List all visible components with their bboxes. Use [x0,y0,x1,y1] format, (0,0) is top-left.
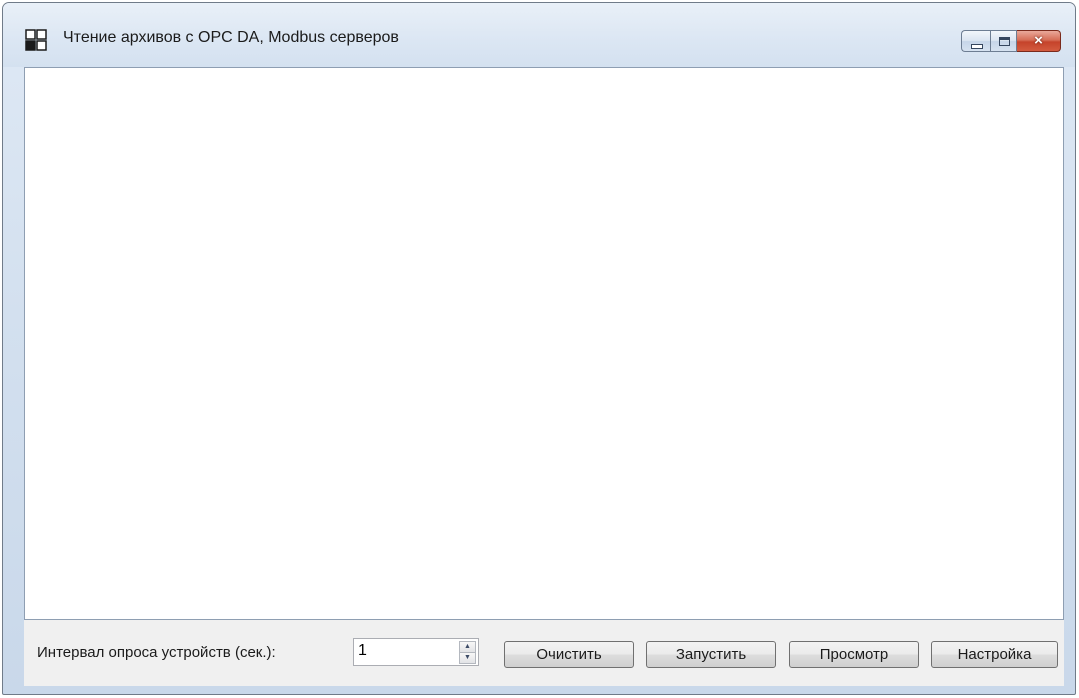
caption-buttons: × [961,30,1061,52]
window-title: Чтение архивов с OPC DA, Modbus серверов [63,29,399,46]
close-icon: × [1034,32,1043,49]
stepper-buttons: ▲ ▼ [459,641,476,664]
close-button[interactable]: × [1017,30,1061,52]
stepper-down-icon[interactable]: ▼ [459,652,476,664]
interval-value[interactable]: 1 [358,642,367,660]
settings-button[interactable]: Настройка [931,641,1058,668]
maximize-button[interactable] [990,30,1017,52]
control-panel: Интервал опроса устройств (сек.): 1 ▲ ▼ … [24,620,1064,686]
minimize-button[interactable] [961,30,990,52]
interval-label: Интервал опроса устройств (сек.): [37,644,276,661]
clear-button[interactable]: Очистить [504,641,634,668]
interval-stepper[interactable]: 1 ▲ ▼ [353,638,479,666]
maximize-icon [999,37,1010,46]
view-button[interactable]: Просмотр [789,641,919,668]
title-bar[interactable]: Чтение архивов с OPC DA, Modbus серверов… [3,3,1075,67]
app-grid-icon [25,29,47,51]
log-area[interactable] [24,67,1064,620]
start-button[interactable]: Запустить [646,641,776,668]
minimize-icon [971,44,983,49]
main-window: Чтение архивов с OPC DA, Modbus серверов… [2,2,1076,695]
